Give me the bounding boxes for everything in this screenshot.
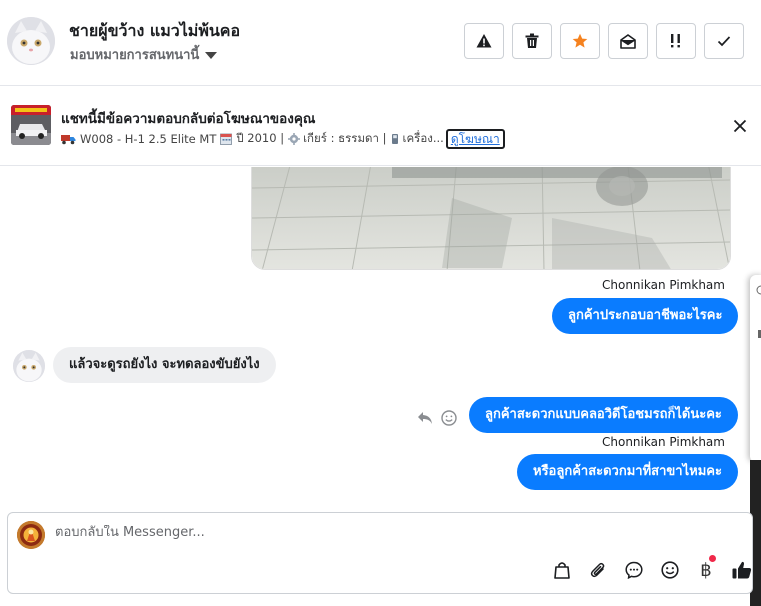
contact-name[interactable]: ชายผู้ขว้าง แมวไม่พ้นคอ: [69, 19, 240, 44]
baht-icon: ฿: [700, 559, 712, 581]
double-exclamation-icon: [671, 34, 680, 48]
outgoing-message[interactable]: ลูกค้าสะดวกแบบคลอวิดีโอชมรถก็ได้นะคะ: [469, 397, 738, 433]
payment-button[interactable]: ฿: [695, 555, 717, 581]
message-actions: [417, 410, 457, 426]
composer-tools: ฿: [551, 555, 753, 581]
assign-conversation-dropdown[interactable]: มอบหมายการสนทนานี้: [70, 44, 218, 65]
mark-spam-button[interactable]: [464, 23, 504, 59]
chat-bubble-icon: [625, 561, 643, 579]
conversation-toolbar: [464, 23, 744, 59]
shared-photo[interactable]: [251, 167, 731, 270]
caret-down-icon: [205, 51, 218, 59]
trash-icon: [525, 33, 539, 48]
notification-dot: [709, 555, 716, 562]
reply-icon[interactable]: [417, 411, 433, 425]
fuel-icon: [391, 134, 398, 144]
mark-done-button[interactable]: [704, 23, 744, 59]
ad-year: ปี 2010 |: [236, 131, 285, 145]
panel-icon: [756, 285, 761, 338]
assign-label: มอบหมายการสนทนานี้: [70, 48, 200, 63]
calendar-icon: [220, 133, 233, 145]
smiley-icon: [661, 561, 679, 579]
contact-avatar-small[interactable]: [13, 350, 45, 382]
shopping-bag-icon: [554, 562, 570, 579]
emoji-reaction-icon[interactable]: [441, 410, 457, 426]
shopping-bag-button[interactable]: [551, 559, 573, 581]
contact-avatar[interactable]: [7, 17, 55, 65]
thumbs-up-icon: [732, 561, 752, 579]
side-panel-edge[interactable]: [750, 275, 761, 462]
gear-icon: [288, 133, 301, 145]
checkmark-icon: [717, 36, 731, 47]
ad-thumbnail[interactable]: [11, 105, 51, 145]
ad-model: W008 - H-1 2.5 Elite MT: [80, 132, 217, 146]
close-icon[interactable]: [732, 118, 748, 134]
saved-replies-button[interactable]: [623, 559, 645, 581]
paperclip-icon: [590, 562, 605, 578]
truck-icon: [61, 135, 76, 145]
delete-button[interactable]: [512, 23, 552, 59]
ad-reply-banner: แชทนี้มีข้อความตอบกลับต่อโฆษณาของคุณ W00…: [0, 86, 761, 166]
reply-composer: ฿: [7, 512, 753, 594]
ad-banner-title: แชทนี้มีข้อความตอบกลับต่อโฆษณาของคุณ: [61, 111, 316, 127]
warning-icon: [476, 34, 492, 48]
outgoing-message[interactable]: ลูกค้าประกอบอาชีพอะไรคะ: [552, 298, 739, 334]
mark-unread-button[interactable]: [608, 23, 648, 59]
ad-gear: เกียร์ : ธรรมดา |: [303, 131, 387, 145]
attach-button[interactable]: [587, 559, 609, 581]
page-avatar: [17, 521, 45, 549]
like-button[interactable]: [731, 559, 753, 581]
outgoing-message[interactable]: หรือลูกค้าสะดวกมาที่สาขาไหมคะ: [517, 454, 738, 490]
star-button[interactable]: [560, 23, 600, 59]
follow-up-button[interactable]: [656, 23, 696, 59]
incoming-message[interactable]: แล้วจะดูรถยังไง จะทดลองขับยังไง: [53, 347, 276, 383]
message-input[interactable]: [55, 525, 655, 540]
open-envelope-icon: [620, 34, 636, 49]
conversation-header: ชายผู้ขว้าง แมวไม่พ้นคอ มอบหมายการสนทนาน…: [0, 0, 761, 86]
view-ad-link[interactable]: ดูโฆษณา: [445, 129, 505, 149]
sender-name: Chonnikan Pimkham: [602, 278, 725, 292]
message-thread[interactable]: Chonnikan Pimkham ลูกค้าประกอบอาชีพอะไรค…: [0, 167, 761, 512]
ad-details: W008 - H-1 2.5 Elite MT ปี 2010 | เกียร์…: [61, 129, 505, 149]
ad-engine: เครื่อง...: [402, 131, 444, 145]
emoji-button[interactable]: [659, 559, 681, 581]
sender-name: Chonnikan Pimkham: [602, 435, 725, 449]
star-icon: [572, 33, 588, 48]
